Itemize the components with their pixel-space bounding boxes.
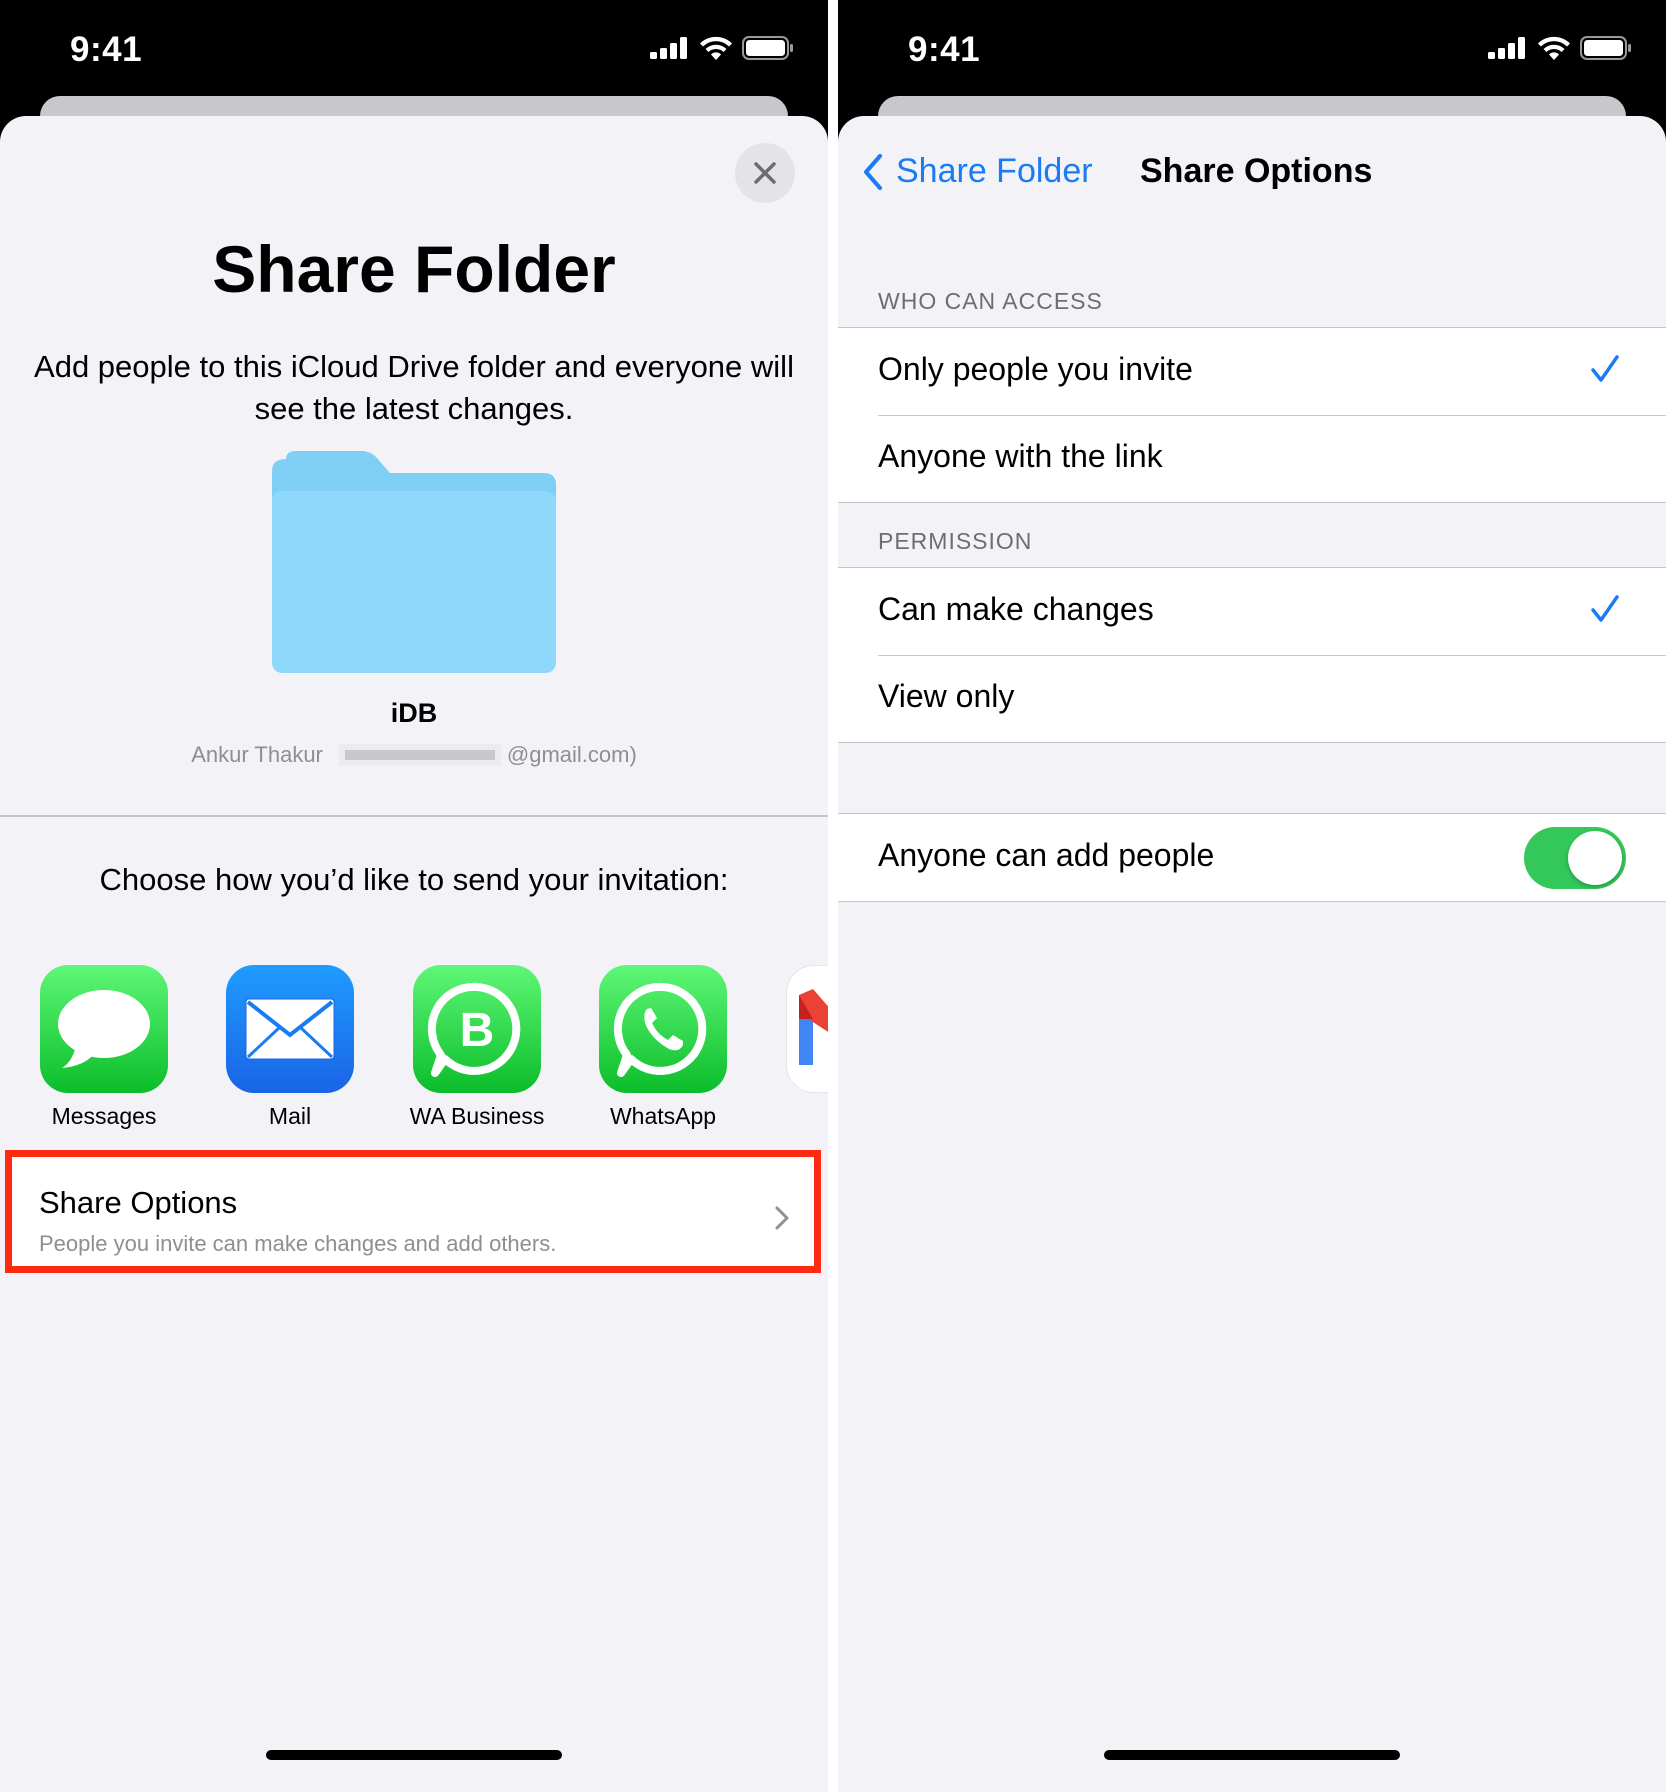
app-label: WA Business xyxy=(409,1103,545,1129)
share-folder-screen: 9:41 Share Folder Add people to this iCl… xyxy=(0,0,828,1792)
svg-text:B: B xyxy=(460,1004,495,1057)
back-button[interactable]: Share Folder xyxy=(862,152,1093,191)
access-option-only-invited[interactable]: Only people you invite xyxy=(838,328,1666,415)
toggle-knob xyxy=(1568,831,1622,885)
page-title: Share Folder xyxy=(212,232,616,306)
battery-icon xyxy=(1580,36,1631,60)
divider xyxy=(0,815,828,817)
access-option-anyone-link[interactable]: Anyone with the link xyxy=(838,415,1666,502)
share-options-sheet: Share Folder Share Options WHO CAN ACCES… xyxy=(838,116,1666,1792)
anyone-can-add-toggle[interactable] xyxy=(1524,827,1626,889)
permission-option-view-only[interactable]: View only xyxy=(838,655,1666,742)
anyone-can-add-row: Anyone can add people xyxy=(838,814,1666,901)
messages-icon xyxy=(40,965,168,1093)
add-people-group: Anyone can add people xyxy=(838,813,1666,902)
cellular-signal-icon xyxy=(650,37,687,59)
app-messages[interactable]: Messages xyxy=(14,965,194,1130)
app-whatsapp[interactable]: WhatsApp xyxy=(573,965,753,1130)
checkmark-icon xyxy=(1591,595,1619,622)
cellular-signal-icon xyxy=(1488,37,1525,59)
wifi-icon xyxy=(700,36,732,60)
option-label: Anyone can add people xyxy=(878,837,1215,873)
close-icon xyxy=(754,162,776,184)
app-wa-business[interactable]: B WA Business xyxy=(387,965,567,1130)
permission-option-can-make-changes[interactable]: Can make changes xyxy=(838,568,1666,655)
status-time: 9:41 xyxy=(70,30,143,69)
gmail-icon xyxy=(786,965,828,1093)
option-label: View only xyxy=(878,678,1015,714)
status-icons xyxy=(1488,36,1632,60)
redacted-email xyxy=(338,744,501,766)
battery-icon xyxy=(742,36,793,60)
home-indicator xyxy=(266,1750,562,1760)
app-gmail[interactable]: G xyxy=(760,965,828,1130)
status-time: 9:41 xyxy=(908,30,981,69)
share-options-title: Share Options xyxy=(39,1185,238,1220)
home-indicator xyxy=(1104,1750,1400,1760)
owner-info: Ankur Thakur @gmail.com) xyxy=(0,742,828,768)
chevron-left-icon xyxy=(864,153,882,190)
back-label: Share Folder xyxy=(896,152,1093,190)
checkmark-icon xyxy=(1591,355,1619,382)
access-options-group: Only people you invite Anyone with the l… xyxy=(838,327,1666,503)
option-label: Can make changes xyxy=(878,591,1154,627)
share-options-row[interactable]: Share Options People you invite can make… xyxy=(5,1150,821,1273)
wifi-icon xyxy=(1538,36,1570,60)
app-label: WhatsApp xyxy=(609,1103,717,1129)
app-label: Messages xyxy=(51,1103,157,1129)
app-mail[interactable]: Mail xyxy=(200,965,380,1130)
folder-icon xyxy=(272,451,556,673)
whatsapp-icon xyxy=(599,965,727,1093)
choose-prompt: Choose how you’d like to send your invit… xyxy=(99,862,729,897)
app-label: G xyxy=(760,1103,828,1130)
option-label: Only people you invite xyxy=(878,351,1193,387)
nav-title: Share Options xyxy=(1140,152,1373,190)
owner-name: Ankur Thakur xyxy=(191,742,323,767)
wa-business-icon: B xyxy=(413,965,541,1093)
option-label: Anyone with the link xyxy=(878,438,1163,474)
close-button[interactable] xyxy=(735,143,795,203)
share-options-subtitle: People you invite can make changes and a… xyxy=(39,1231,557,1256)
permission-options-group: Can make changes View only xyxy=(838,567,1666,743)
share-sheet: Share Folder Add people to this iCloud D… xyxy=(0,116,828,1792)
chevron-right-icon xyxy=(775,1206,789,1230)
who-can-access-header: WHO CAN ACCESS xyxy=(878,288,1103,314)
share-options-screen: 9:41 Share Folder Share Options WHO CAN … xyxy=(838,0,1666,1792)
status-icons xyxy=(650,36,794,60)
owner-email-suffix: @gmail.com) xyxy=(506,742,637,767)
description: Add people to this iCloud Drive folder a… xyxy=(34,349,794,426)
mail-icon xyxy=(226,965,354,1093)
permission-header: PERMISSION xyxy=(878,528,1033,554)
folder-name: iDB xyxy=(390,698,438,728)
app-label: Mail xyxy=(268,1103,312,1129)
